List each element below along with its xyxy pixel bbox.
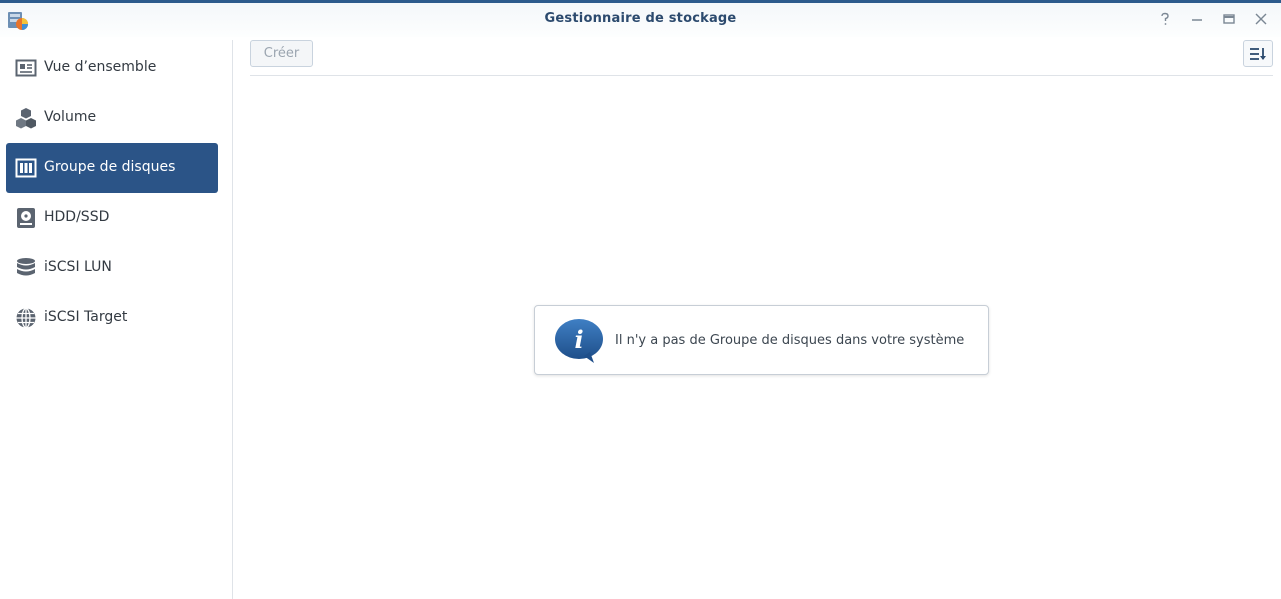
volume-cubes-icon (15, 107, 37, 129)
database-icon (15, 257, 37, 279)
globe-icon (15, 307, 37, 329)
sidebar-item-iscsi-lun[interactable]: iSCSI LUN (6, 243, 218, 293)
sidebar-item-label: Volume (44, 109, 97, 125)
sidebar-item-label: iSCSI Target (44, 309, 128, 325)
sidebar-item-label: HDD/SSD (44, 209, 110, 225)
sidebar-item-overview[interactable]: Vue d’ensemble (6, 43, 218, 93)
minimize-icon[interactable] (1189, 11, 1205, 27)
sidebar-item-iscsi-target[interactable]: iSCSI Target (6, 293, 218, 343)
window-title: Gestionnaire de stockage (544, 11, 737, 26)
sidebar-item-hdd-ssd[interactable]: HDD/SSD (6, 193, 218, 243)
hdd-icon (15, 207, 37, 229)
disk-group-icon (15, 157, 37, 179)
svg-text:i: i (574, 325, 583, 354)
sort-icon[interactable] (1243, 40, 1273, 67)
sidebar: Vue d’ensemble Volume Groupe de disques … (0, 40, 233, 599)
empty-state-message: i Il n'y a pas de Groupe de disques dans… (534, 305, 989, 375)
toolbar: Créer (250, 40, 1273, 76)
close-icon[interactable] (1253, 11, 1269, 27)
help-icon[interactable] (1157, 11, 1173, 27)
sidebar-item-label: iSCSI LUN (44, 259, 112, 275)
sidebar-item-label: Vue d’ensemble (44, 59, 157, 75)
overview-icon (15, 57, 37, 79)
sidebar-item-disk-group[interactable]: Groupe de disques (6, 143, 218, 193)
sidebar-item-label: Groupe de disques (44, 159, 176, 175)
info-bubble-icon: i (554, 318, 606, 364)
storage-manager-window: Gestionnaire de stockage Vue d’ensemble … (0, 0, 1281, 599)
title-bar: Gestionnaire de stockage (0, 3, 1281, 37)
create-button[interactable]: Créer (250, 40, 313, 67)
empty-state-text: Il n'y a pas de Groupe de disques dans v… (615, 333, 965, 348)
maximize-icon[interactable] (1221, 11, 1237, 27)
sidebar-item-volume[interactable]: Volume (6, 93, 218, 143)
